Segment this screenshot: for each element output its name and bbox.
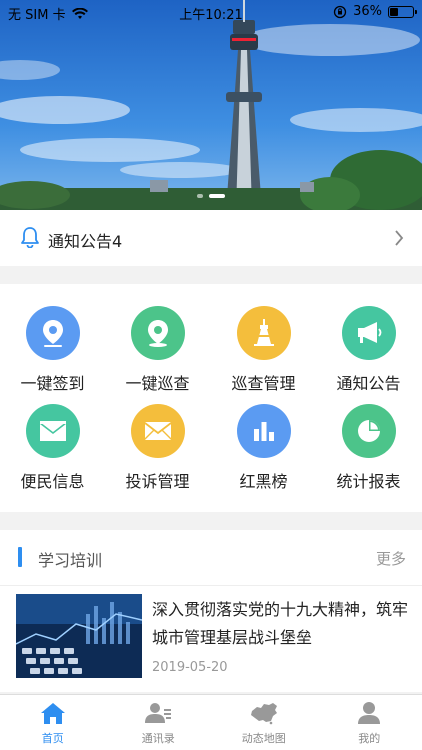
grid-item-checkin[interactable]: 一键签到: [0, 306, 105, 406]
location-pin-icon: [130, 306, 185, 360]
grid-label: 一键巡查: [125, 374, 190, 393]
grid-item-patrol-management[interactable]: 巡查管理: [211, 306, 316, 406]
feature-grid: 一键签到 一键巡查 巡查管理 通知公告 便民信息 投诉管理 红黑榜 统计报表: [0, 284, 422, 512]
grid-item-public-info[interactable]: 便民信息: [0, 404, 105, 504]
notice-text: 通知公告4: [48, 232, 123, 251]
megaphone-icon: [341, 306, 396, 360]
bar-chart-icon: [236, 404, 291, 458]
chevron-right-icon: [395, 230, 404, 246]
grid-item-notice[interactable]: 通知公告: [316, 306, 421, 406]
grid-item-red-black-list[interactable]: 红黑榜: [211, 404, 316, 504]
grid-item-statistics[interactable]: 统计报表: [316, 404, 421, 504]
tab-mine[interactable]: 我的: [317, 695, 422, 750]
grid-label: 投诉管理: [125, 472, 190, 491]
banner-image: [0, 0, 422, 210]
battery-icon: [388, 5, 417, 18]
carousel-dot-active[interactable]: [209, 194, 225, 198]
article-date: 2019-05-20: [152, 660, 228, 675]
grid-label: 统计报表: [336, 472, 401, 491]
china-map-icon: [250, 703, 277, 725]
home-page: 无 SIM 卡 上午10:21 36% 通知公告4 一键签到 一键巡查 巡查管理…: [0, 0, 422, 750]
grid-item-patrol[interactable]: 一键巡查: [105, 306, 210, 406]
section-title: 学习培训: [38, 551, 103, 570]
tab-dynamic-map[interactable]: 动态地图: [211, 695, 317, 750]
study-header: 学习培训 更多: [0, 530, 422, 586]
person-icon: [358, 702, 381, 724]
status-right: 36%: [333, 4, 417, 19]
grid-label: 一键签到: [20, 374, 85, 393]
article-item[interactable]: 深入贯彻落实党的十九大精神，筑牢城市管理基层战斗堡垒 2019-05-20: [0, 586, 422, 692]
status-bar: 无 SIM 卡 上午10:21 36%: [0, 0, 422, 24]
tab-contacts[interactable]: 通讯录: [106, 695, 212, 750]
grid-label: 巡查管理: [231, 374, 296, 393]
battery-percent: 36%: [353, 4, 382, 19]
tab-bar: 首页 通讯录 动态地图 我的: [0, 694, 422, 750]
pie-chart-icon: [341, 404, 396, 458]
tab-label: 动态地图: [241, 732, 286, 745]
section-marker: [18, 547, 22, 567]
article-thumbnail: [16, 594, 142, 678]
article-title: 深入贯彻落实党的十九大精神，筑牢城市管理基层战斗堡垒: [152, 600, 409, 647]
study-section: 学习培训 更多 深入贯彻落实党的十九大精神，筑牢城市管理基层战斗堡垒 2019-…: [0, 530, 422, 692]
grid-label: 红黑榜: [239, 472, 288, 491]
envelope-icon: [130, 404, 185, 458]
bell-icon: [21, 227, 39, 248]
grid-label: 便民信息: [20, 472, 85, 491]
tab-label: 首页: [41, 732, 64, 745]
grid-item-complaints[interactable]: 投诉管理: [105, 404, 210, 504]
notice-bar[interactable]: 通知公告4: [0, 210, 422, 266]
home-icon: [40, 703, 65, 724]
battery-level: [390, 7, 398, 16]
envelope-open-icon: [25, 404, 80, 458]
carousel-dot[interactable]: [197, 194, 203, 198]
more-link[interactable]: 更多: [376, 548, 406, 569]
orientation-lock-icon: [333, 5, 347, 18]
location-pin-icon: [25, 306, 80, 360]
grid-label: 通知公告: [336, 374, 401, 393]
tab-label: 通讯录: [141, 732, 175, 745]
tab-home[interactable]: 首页: [0, 695, 106, 750]
banner-carousel[interactable]: [0, 0, 422, 210]
tower-icon: [236, 306, 291, 360]
tab-label: 我的: [358, 732, 381, 745]
contacts-icon: [145, 703, 172, 723]
carousel-indicator: [0, 194, 422, 198]
